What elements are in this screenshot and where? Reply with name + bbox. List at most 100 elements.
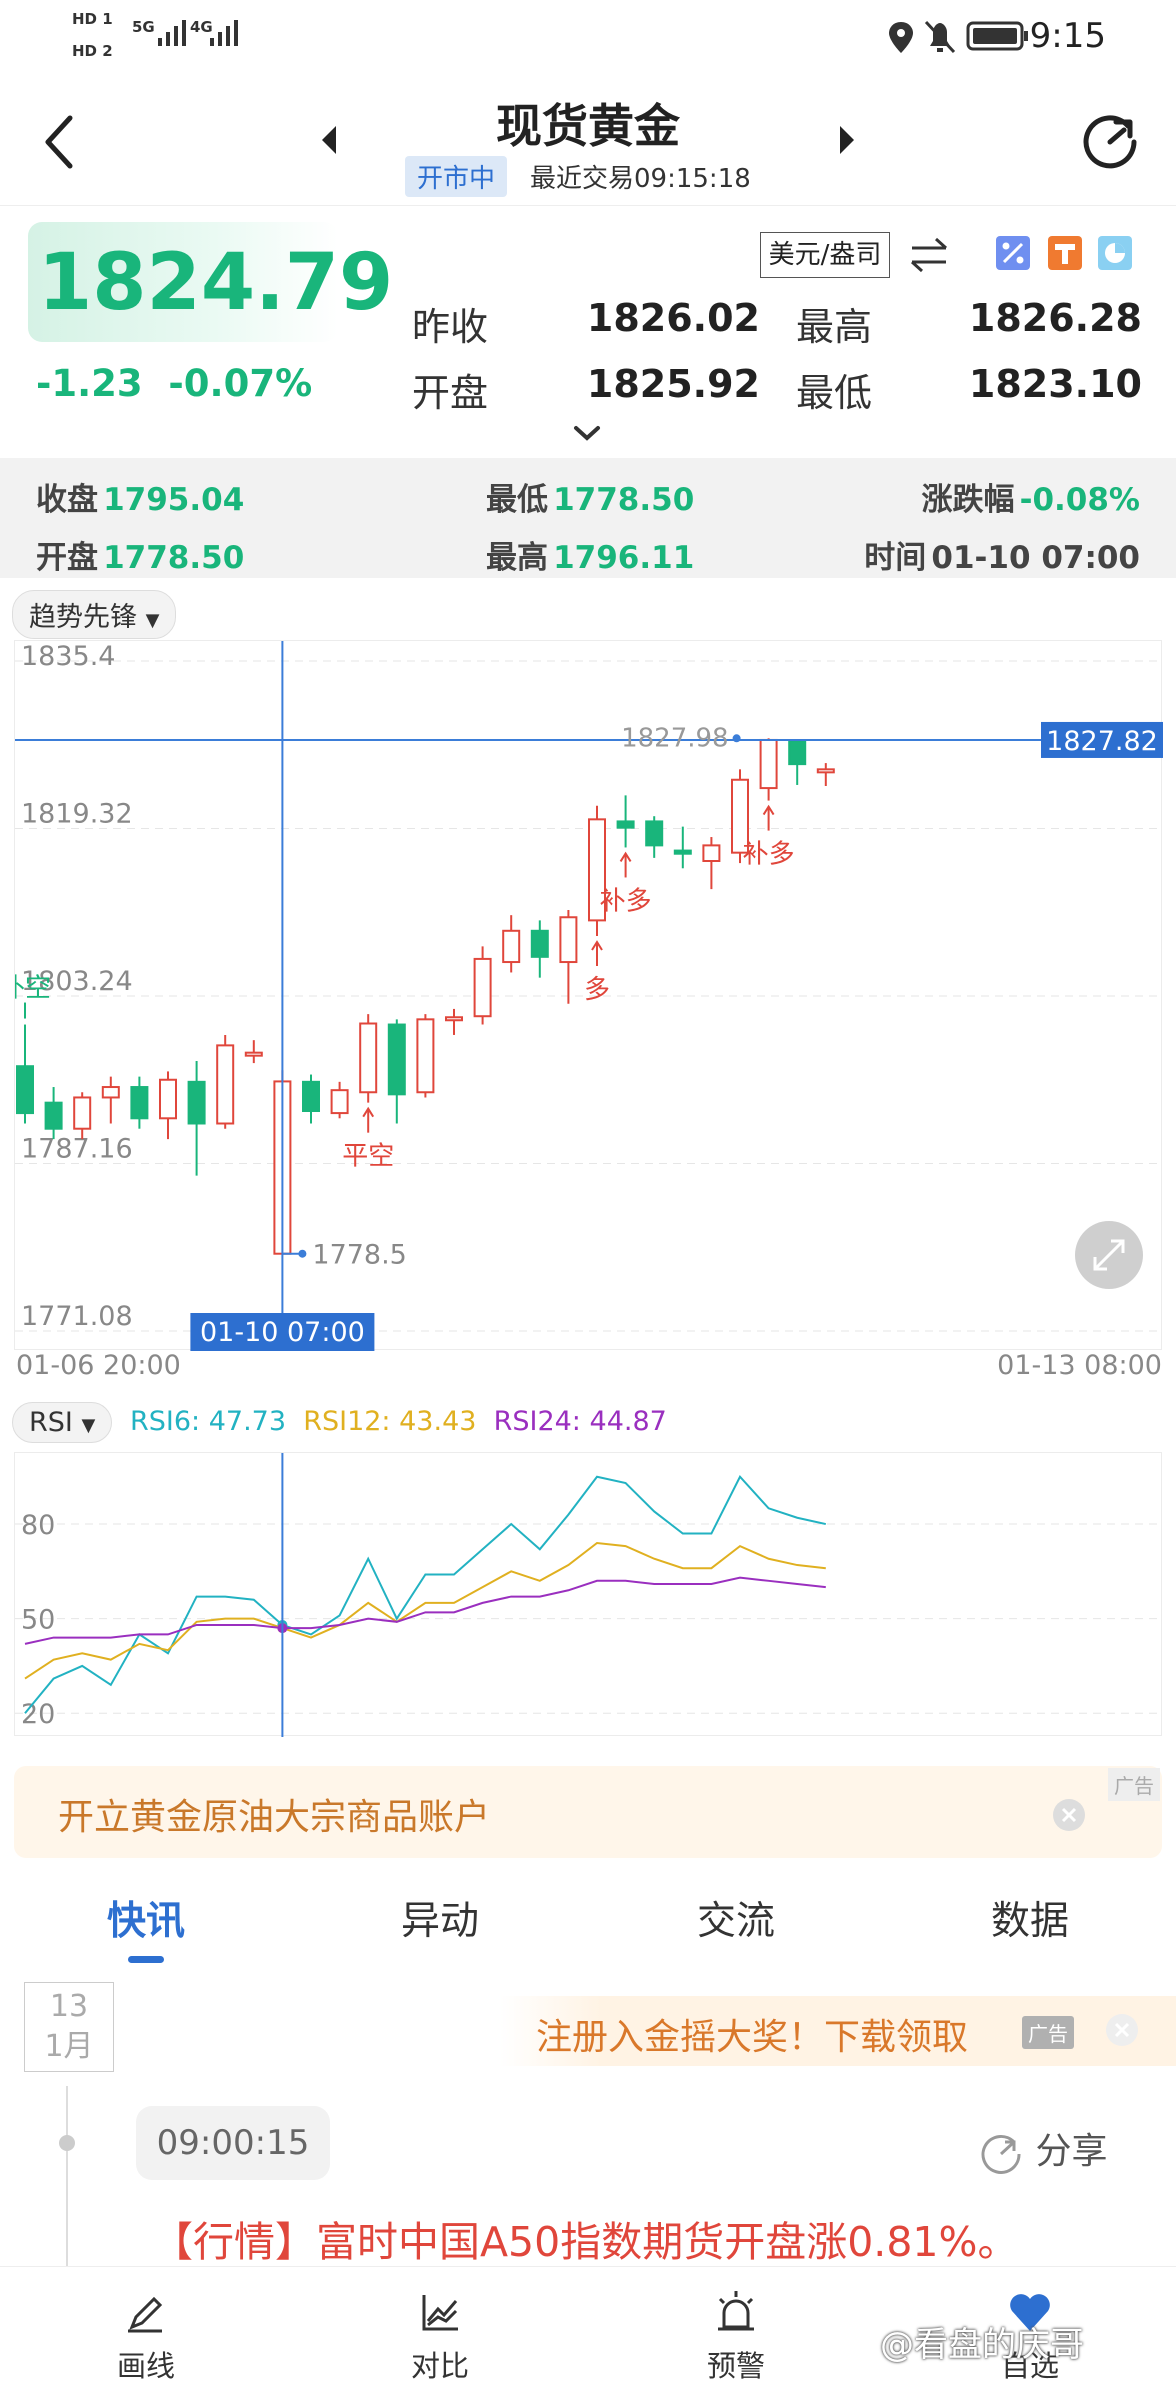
candle-body	[302, 1080, 320, 1113]
ohlc-open: 开盘 1778.50	[36, 540, 245, 576]
nav-draw[interactable]: 画线	[66, 2267, 226, 2385]
candle-body	[159, 1078, 177, 1120]
ohlc-high: 最高 1796.11	[486, 540, 695, 576]
watermark: @看盘的庆哥	[880, 2325, 1084, 2365]
nav-compare[interactable]: 对比	[360, 2267, 520, 2385]
ohlc-close: 收盘 1795.04	[36, 482, 245, 518]
close-promo-icon[interactable]	[1104, 2012, 1140, 2048]
crosshair-ohlc-panel: 收盘 1795.04 最低 1778.50 涨跌幅 -0.08% 开盘 1778…	[0, 458, 1176, 578]
candle-body	[16, 1065, 34, 1115]
candle-body	[530, 929, 549, 958]
promo-ad-tag: 广告	[1022, 2016, 1074, 2049]
ad-tag: 广告	[1108, 1768, 1160, 1801]
swap-icon[interactable]	[906, 234, 952, 276]
max-label: 1827.98	[621, 723, 729, 753]
last-trade-time: 最近交易09:15:18	[530, 164, 751, 194]
y-tick-label: 1835.4	[21, 641, 115, 672]
page-title: 现货黄金	[496, 99, 680, 153]
promo-ad-text: 注册入金摇大奖！下载领取	[536, 2017, 969, 2058]
location-icon	[889, 22, 913, 53]
percent-icon[interactable]	[996, 236, 1030, 270]
candle-body	[559, 916, 578, 964]
timeline-dot	[59, 2135, 75, 2151]
last-price-label: 1827.82	[1046, 726, 1158, 757]
share-icon	[981, 2134, 1021, 2174]
price-change: -1.23 -0.07%	[36, 362, 312, 405]
rsi-tick-label: 80	[21, 1510, 55, 1541]
tab-data[interactable]: 数据	[930, 1890, 1130, 1946]
nav-alert[interactable]: 预警	[656, 2267, 816, 2385]
alarm-icon	[718, 2291, 754, 2331]
candlestick-chart[interactable]: 1835.4 1819.32 1803.24 1787.16 1771.08 1827.8…	[14, 640, 1163, 1351]
candle-body	[101, 1086, 120, 1099]
crosshair-x-label: 01-10 07:00	[200, 1317, 365, 1348]
market-status-badge: 开市中	[405, 156, 508, 197]
candle-body	[616, 820, 635, 829]
low-label: 最低	[796, 371, 873, 415]
tab-discussion[interactable]: 交流	[636, 1890, 836, 1946]
prev-close-value: 1826.02	[586, 296, 760, 340]
signal-label: 平空	[342, 1142, 394, 1172]
rsi-values: RSI6: 47.73 RSI12: 43.43 RSI24: 44.87	[130, 1406, 667, 1437]
candle-body	[645, 820, 664, 847]
candle-body	[216, 1044, 235, 1125]
y-tick-label: 1787.16	[21, 1134, 133, 1165]
tab-news[interactable]: 快讯	[46, 1890, 246, 1946]
ad-banner[interactable]: 开立黄金原油大宗商品账户 广告	[14, 1766, 1162, 1858]
ohlc-change: 涨跌幅 -0.08%	[921, 482, 1140, 518]
candle-body	[73, 1096, 92, 1130]
ohlc-low: 最低 1778.50	[486, 482, 695, 518]
share-button[interactable]: 分享	[978, 2122, 1107, 2176]
min-label: 1778.5	[312, 1240, 406, 1271]
news-headline[interactable]: 【行情】富时中国A50指数期货开盘涨0.81%。	[152, 2208, 1018, 2268]
signal-label: 补空	[15, 974, 51, 1004]
max-marker	[732, 734, 741, 743]
pie-chart-icon[interactable]	[1098, 236, 1132, 270]
indicator-select[interactable]: 趋势先锋 ▼	[12, 590, 177, 639]
rsi-tick-label: 20	[21, 1699, 55, 1730]
prev-close-label: 昨收	[412, 305, 489, 349]
candle-body	[816, 768, 835, 774]
close-ad-icon[interactable]	[1052, 1798, 1086, 1832]
x-axis-start-label: 01-06 20:00	[16, 1350, 181, 1381]
open-value: 1825.92	[586, 362, 760, 406]
candle-body	[473, 957, 492, 1018]
open-label: 开盘	[412, 371, 489, 415]
ohlc-time: 时间 01-10 07:00	[864, 540, 1140, 576]
active-tab-indicator	[128, 1956, 164, 1963]
candle-body	[416, 1018, 435, 1094]
tool-icon[interactable]	[1048, 236, 1082, 270]
candle-body	[759, 738, 778, 790]
candle-body	[130, 1086, 149, 1120]
compare-chart-icon	[422, 2295, 458, 2331]
news-time: 09:00:15	[136, 2106, 330, 2180]
rsi-line-rsi6	[24, 1475, 827, 1714]
rsi-tick-label: 50	[21, 1605, 55, 1636]
candle-body	[187, 1080, 206, 1125]
signal-2-icon	[210, 20, 238, 46]
date-month: 1月	[44, 2029, 94, 2064]
sim1-label: HD 1	[72, 10, 113, 28]
clock: 9:15	[1029, 16, 1106, 56]
currency-unit-select[interactable]: 美元/盎司	[760, 232, 890, 278]
current-price: 1824.79	[38, 238, 394, 328]
battery-icon	[966, 21, 1028, 51]
date-box: 13 1月	[24, 1982, 114, 2072]
rsi-indicator-select[interactable]: RSI ▼	[12, 1402, 113, 1443]
timeline-line	[66, 2086, 68, 2266]
refresh-icon[interactable]	[1078, 108, 1142, 172]
candle-body	[502, 929, 521, 964]
status-bar: HD 1 HD 2 5G 4G 9:15	[0, 0, 1176, 76]
next-instrument-icon[interactable]	[836, 122, 858, 158]
rsi-line-rsi12	[24, 1541, 826, 1680]
tab-movements[interactable]: 异动	[340, 1890, 540, 1946]
rsi-chart[interactable]: 80 50 20	[14, 1452, 1163, 1737]
expand-chevron-icon[interactable]	[570, 420, 604, 444]
date-day: 13	[49, 1989, 89, 2024]
candle-body	[387, 1023, 406, 1096]
x-axis-end-label: 01-13 08:00	[997, 1350, 1162, 1381]
header: 现货黄金 开市中 最近交易09:15:18	[0, 76, 1176, 206]
promo-ad[interactable]: 注册入金摇大奖！下载领取 广告	[500, 1996, 1176, 2066]
rsi-line-rsi24	[24, 1576, 826, 1645]
change-value: -1.23	[36, 362, 143, 405]
